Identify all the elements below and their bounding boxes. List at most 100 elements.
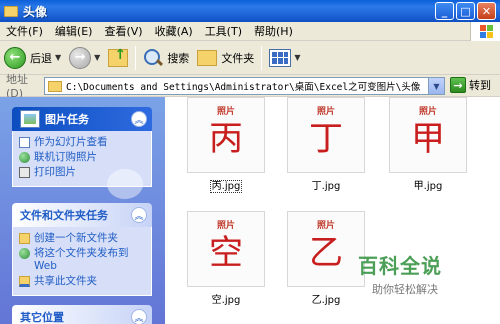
address-path[interactable]: C:\Documents and Settings\Administrator\… (66, 79, 420, 93)
thumbnail-character: 丁 (309, 119, 343, 159)
file-tasks-header[interactable]: 文件和文件夹任务 ︽ (12, 203, 152, 227)
slideshow-icon (19, 137, 30, 148)
task-label: 创建一个新文件夹 (34, 232, 118, 244)
window-title: 头像 (23, 4, 48, 19)
thumbnail-image[interactable]: 照片 乙 (287, 211, 365, 287)
globe-icon (19, 152, 30, 163)
back-label: 后退 (30, 51, 52, 65)
folders-label: 文件夹 (221, 51, 255, 65)
task-label: 将这个文件夹发布到 Web (34, 247, 129, 272)
file-name[interactable]: 甲.jpg (389, 177, 467, 192)
address-label: 地址(D) (6, 73, 28, 100)
task-share-folder[interactable]: 共享此文件夹 (19, 275, 145, 288)
folder-icon (4, 5, 18, 17)
task-new-folder[interactable]: 创建一个新文件夹 (19, 232, 145, 245)
other-places-header[interactable]: 其它位置 ︽ (12, 305, 152, 324)
title-bar: 头像 _ □ ✕ (0, 0, 500, 22)
collapse-icon[interactable]: ︽ (131, 309, 147, 324)
task-publish-web[interactable]: 将这个文件夹发布到 Web (19, 247, 145, 273)
forward-arrow-icon: → (69, 46, 92, 69)
chevron-down-icon[interactable]: ▼ (55, 53, 61, 62)
task-slideshow[interactable]: 作为幻灯片查看 (19, 136, 145, 149)
task-label: 联机订购照片 (34, 151, 97, 163)
file-thumbnail[interactable]: 照片 丙 丙.jpg (187, 97, 265, 193)
file-thumbnail[interactable]: 照片 空 空.jpg (187, 211, 265, 306)
collapse-icon[interactable]: ︽ (131, 111, 147, 127)
task-label: 打印图片 (34, 166, 76, 178)
file-name-text[interactable]: 丙.jpg (209, 180, 243, 193)
maximize-button[interactable]: □ (456, 2, 475, 20)
file-thumbnail[interactable]: 照片 乙 乙.jpg (287, 211, 365, 306)
toolbar-separator (261, 45, 263, 70)
picture-icon (20, 110, 40, 128)
file-name[interactable]: 乙.jpg (287, 291, 365, 306)
file-name-text[interactable]: 空.jpg (211, 295, 242, 306)
menu-view[interactable]: 查看(V) (98, 23, 148, 39)
file-name[interactable]: 空.jpg (187, 291, 265, 306)
menu-edit[interactable]: 编辑(E) (49, 23, 99, 39)
task-label: 作为幻灯片查看 (34, 136, 108, 148)
search-label: 搜索 (167, 51, 190, 65)
go-arrow-icon: → (450, 77, 466, 93)
toolbar: ← 后退 ▼ → ▼ 搜索 文件夹 ▼ (0, 41, 500, 75)
thumbnail-character: 丙 (209, 119, 243, 159)
folders-icon (197, 49, 218, 66)
menu-favorites[interactable]: 收藏(A) (149, 23, 199, 39)
chevron-down-icon[interactable]: ▼ (294, 53, 300, 62)
thumbnail-character: 空 (209, 233, 243, 273)
thumbnail-image[interactable]: 照片 丁 (287, 97, 365, 173)
file-tasks-panel: 文件和文件夹任务 ︽ 创建一个新文件夹 将这个文件夹发布到 Web 共享此文件夹 (12, 203, 152, 296)
chevron-down-icon[interactable]: ▼ (94, 53, 100, 62)
watermark-title: 百科全说 (358, 254, 442, 278)
minimize-button[interactable]: _ (435, 2, 454, 20)
search-icon (143, 48, 163, 68)
folder-up-icon (108, 47, 129, 67)
new-folder-icon (19, 233, 30, 244)
file-name-text[interactable]: 甲.jpg (413, 181, 444, 192)
menu-bar: 文件(F) 编辑(E) 查看(V) 收藏(A) 工具(T) 帮助(H) (0, 22, 500, 41)
thumbnail-image[interactable]: 照片 甲 (389, 97, 467, 173)
picture-tasks-body: 作为幻灯片查看 联机订购照片 打印图片 (12, 131, 152, 199)
folders-button[interactable]: 文件夹 (193, 44, 258, 72)
file-name-text[interactable]: 丁.jpg (311, 181, 342, 192)
chevron-down-icon[interactable]: ▼ (428, 78, 444, 94)
file-thumbnail[interactable]: 照片 甲 甲.jpg (389, 97, 467, 192)
file-thumbnail[interactable]: 照片 丁 丁.jpg (287, 97, 365, 192)
file-name-text[interactable]: 乙.jpg (311, 295, 342, 306)
window-controls: _ □ ✕ (435, 2, 496, 20)
toolbar-separator (135, 45, 137, 70)
close-button[interactable]: ✕ (477, 2, 496, 20)
up-button[interactable] (104, 44, 132, 72)
menu-help[interactable]: 帮助(H) (248, 23, 299, 39)
task-label: 共享此文件夹 (34, 275, 97, 287)
task-order-prints[interactable]: 联机订购照片 (19, 151, 145, 164)
address-input[interactable]: C:\Documents and Settings\Administrator\… (44, 77, 445, 95)
file-tasks-title: 文件和文件夹任务 (20, 209, 108, 222)
folder-icon (48, 80, 62, 92)
windows-logo-icon (470, 22, 500, 41)
views-button[interactable]: ▼ (265, 44, 304, 72)
collapse-icon[interactable]: ︽ (131, 207, 147, 223)
picture-tasks-panel: 图片任务 ︽ 作为幻灯片查看 联机订购照片 打印图片 (12, 107, 152, 199)
back-button[interactable]: ← 后退 ▼ (0, 44, 65, 72)
globe-icon (19, 248, 30, 259)
go-button[interactable]: → 转到 (450, 77, 491, 93)
search-button[interactable]: 搜索 (139, 44, 193, 72)
file-tasks-body: 创建一个新文件夹 将这个文件夹发布到 Web 共享此文件夹 (12, 227, 152, 296)
watermark: 百科全说 助你轻松解决 (358, 250, 478, 297)
picture-tasks-header[interactable]: 图片任务 ︽ (12, 107, 152, 131)
decorative-photo-icon (107, 169, 143, 199)
shared-folder-icon (19, 276, 30, 287)
go-label: 转到 (469, 79, 491, 92)
other-places-panel: 其它位置 ︽ (12, 305, 152, 324)
file-name[interactable]: 丙.jpg (187, 177, 265, 193)
address-bar: 地址(D) C:\Documents and Settings\Administ… (0, 73, 500, 100)
menu-file[interactable]: 文件(F) (0, 23, 49, 39)
thumbnail-image[interactable]: 照片 空 (187, 211, 265, 287)
task-pane: 图片任务 ︽ 作为幻灯片查看 联机订购照片 打印图片 文件和文件夹任务 ︽ 创建… (0, 97, 165, 324)
forward-button[interactable]: → ▼ (65, 44, 104, 72)
file-name[interactable]: 丁.jpg (287, 177, 365, 192)
back-arrow-icon: ← (4, 46, 26, 69)
thumbnail-image[interactable]: 照片 丙 (187, 97, 265, 173)
menu-tools[interactable]: 工具(T) (199, 23, 248, 39)
